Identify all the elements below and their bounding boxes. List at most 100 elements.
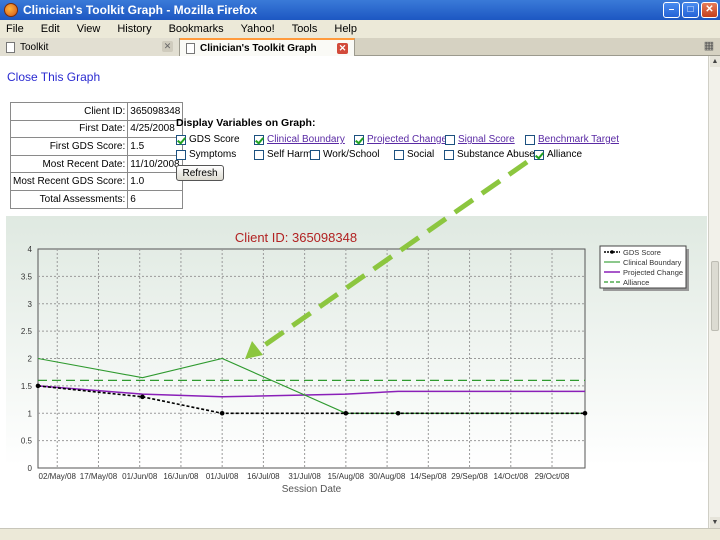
close-window-button[interactable]: ✕	[701, 2, 718, 18]
gds-score-checkbox[interactable]	[176, 134, 186, 145]
info-value: 1.5	[127, 137, 184, 156]
info-value: 365098348	[127, 102, 184, 121]
minimize-button[interactable]: –	[663, 2, 680, 18]
graph-area: Client ID: 365098348 0 0.5 1 1.5 2 2.5 3 3.5 4 02/…	[6, 216, 707, 528]
table-row: Most Recent GDS Score: 1.0	[9, 172, 184, 191]
tab-label: Toolkit	[20, 41, 49, 53]
menu-file[interactable]: File	[6, 23, 24, 35]
scroll-up-icon[interactable]: ▲	[710, 56, 720, 67]
new-tab-icon[interactable]: ▦	[702, 40, 716, 54]
var-substance-abuse[interactable]: Substance Abuse	[444, 149, 535, 160]
benchmark-target-label[interactable]: Benchmark Target	[538, 134, 619, 145]
page-icon	[6, 41, 15, 53]
close-icon[interactable]: ✕	[337, 43, 348, 54]
clinical-boundary-label[interactable]: Clinical Boundary	[267, 134, 345, 145]
close-icon[interactable]: ✕	[162, 41, 173, 52]
info-label: Total Assessments:	[9, 189, 129, 209]
menu-edit[interactable]: Edit	[41, 23, 60, 35]
series-gds-score-point	[395, 410, 401, 416]
symptoms-label: Symptoms	[189, 149, 237, 160]
firefox-icon	[4, 3, 18, 17]
info-label: Client ID:	[9, 102, 129, 121]
variables-row-2: Symptoms Self Harm Work/School Social Substa…	[176, 147, 696, 162]
social-label: Social	[407, 149, 435, 160]
var-self-harm[interactable]: Self Harm	[254, 149, 312, 160]
client-info-table: Client ID: 365098348 First Date: 4/25/20…	[9, 102, 184, 209]
vertical-scrollbar[interactable]: ▲ ▼	[708, 56, 720, 528]
menu-help[interactable]: Help	[334, 23, 357, 35]
menu-bookmarks[interactable]: Bookmarks	[169, 23, 224, 35]
x-tick-label: 17/May/08	[80, 472, 118, 481]
y-tick-label: 2	[28, 355, 33, 364]
substance-abuse-checkbox[interactable]	[444, 149, 454, 160]
y-tick-label: 0	[28, 464, 33, 473]
x-tick-label: 01/Jun/08	[122, 472, 158, 481]
table-row: First Date: 4/25/2008	[9, 119, 184, 139]
x-tick-label: 29/Oct/08	[535, 472, 570, 481]
display-variables-panel: Display Variables on Graph: GDS Score Cli…	[176, 117, 696, 181]
self-harm-checkbox[interactable]	[254, 149, 264, 160]
social-checkbox[interactable]	[394, 149, 404, 160]
scroll-down-icon[interactable]: ▼	[710, 517, 720, 528]
x-axis-label: Session Date	[282, 484, 342, 495]
menu-history[interactable]: History	[117, 23, 151, 35]
table-row: Total Assessments: 6	[9, 189, 184, 209]
series-gds-score-point	[140, 394, 145, 400]
signal-score-checkbox[interactable]	[445, 134, 455, 145]
var-clinical-boundary[interactable]: Clinical Boundary	[254, 134, 354, 145]
var-symptoms[interactable]: Symptoms	[176, 149, 254, 160]
menu-yahoo[interactable]: Yahoo!	[241, 23, 275, 35]
alliance-checkbox[interactable]	[534, 149, 544, 160]
projected-change-label[interactable]: Projected Change	[367, 134, 447, 145]
series-gds-score-point	[343, 410, 349, 416]
signal-score-label[interactable]: Signal Score	[458, 134, 515, 145]
x-tick-label: 30/Aug/08	[369, 472, 406, 481]
series-gds-score-line	[37, 385, 585, 415]
display-variables-title: Display Variables on Graph:	[176, 117, 316, 129]
tab-bar: Toolkit ✕ Clinician's Toolkit Graph ✕ ▦	[0, 38, 720, 56]
var-benchmark-target[interactable]: Benchmark Target	[525, 134, 635, 145]
close-graph-link[interactable]: Close This Graph	[7, 70, 100, 84]
legend-entry: Alliance	[623, 278, 649, 287]
tab-clinicians-toolkit-graph[interactable]: Clinician's Toolkit Graph ✕	[180, 38, 355, 56]
table-row: First GDS Score: 1.5	[9, 137, 184, 156]
menu-tools[interactable]: Tools	[292, 23, 318, 35]
clinical-boundary-checkbox[interactable]	[254, 134, 264, 145]
alliance-label: Alliance	[547, 149, 583, 160]
var-signal-score[interactable]: Signal Score	[445, 134, 525, 145]
y-tick-label: 3	[28, 300, 33, 309]
symptoms-checkbox[interactable]	[176, 149, 186, 160]
x-tick-label: 14/Oct/08	[493, 472, 528, 481]
tab-toolkit[interactable]: Toolkit ✕	[0, 38, 180, 56]
legend-marker	[610, 250, 614, 254]
page-icon	[186, 42, 195, 54]
var-gds-score[interactable]: GDS Score	[176, 134, 254, 145]
menu-view[interactable]: View	[77, 23, 101, 35]
info-value: 1.0	[127, 172, 184, 191]
projected-change-checkbox[interactable]	[354, 134, 364, 145]
var-alliance[interactable]: Alliance	[534, 149, 604, 160]
y-tick-label: 2.5	[21, 327, 33, 336]
gds-score-label: GDS Score	[189, 134, 240, 145]
refresh-button[interactable]: Refresh	[176, 165, 224, 181]
var-projected-change[interactable]: Projected Change	[354, 134, 447, 145]
var-work-school[interactable]: Work/School	[310, 149, 394, 160]
var-social[interactable]: Social	[394, 149, 444, 160]
substance-abuse-label: Substance Abuse	[457, 149, 535, 160]
table-row: Client ID: 365098348	[9, 102, 184, 121]
menu-bar: File Edit View History Bookmarks Yahoo! …	[0, 20, 720, 38]
work-school-checkbox[interactable]	[310, 149, 320, 160]
series-gds-score-point	[582, 410, 588, 416]
y-tick-label: 4	[28, 245, 33, 254]
benchmark-target-checkbox[interactable]	[525, 134, 535, 145]
table-row: Most Recent Date: 11/10/2008	[9, 154, 184, 174]
window-titlebar: Clinician's Toolkit Graph - Mozilla Fire…	[0, 0, 720, 20]
work-school-label: Work/School	[323, 149, 380, 160]
legend-entry: GDS Score	[623, 248, 661, 257]
x-tick-label: 29/Sep/08	[451, 472, 488, 481]
y-tick-label: 1.5	[21, 382, 33, 391]
self-harm-label: Self Harm	[267, 149, 312, 160]
scroll-thumb[interactable]	[711, 261, 719, 331]
maximize-button[interactable]: □	[682, 2, 699, 18]
x-tick-label: 31/Jul/08	[288, 472, 321, 481]
